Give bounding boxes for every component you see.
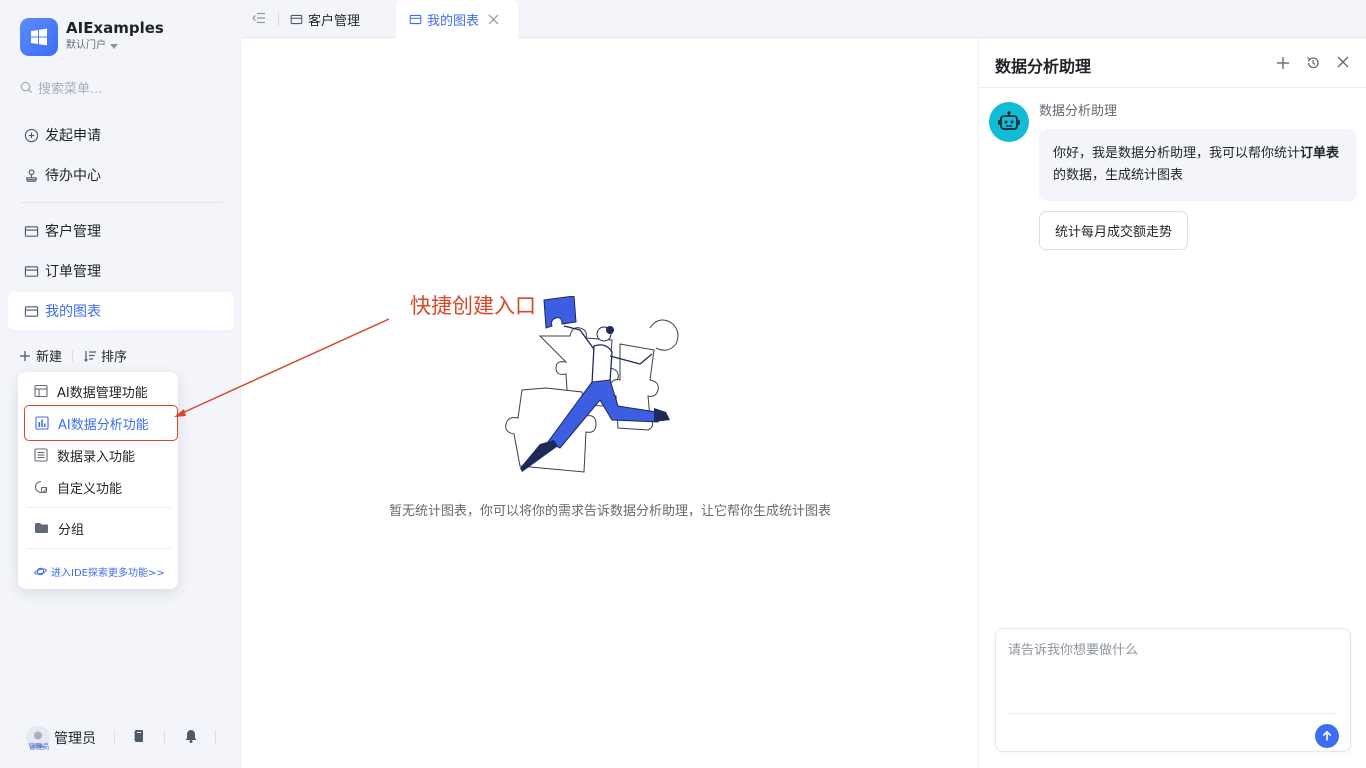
tab-label: 客户管理 <box>308 13 361 29</box>
sidebar-item-label: 发起申请 <box>45 128 101 144</box>
bell-icon[interactable] <box>184 728 198 748</box>
plus-icon <box>20 350 30 361</box>
send-button[interactable] <box>1315 724 1339 748</box>
table-icon <box>24 225 39 237</box>
footer-divider <box>114 730 115 744</box>
menu-item-ai-data-management[interactable]: AI数据管理功能 <box>18 377 178 405</box>
tab-divider <box>278 12 279 26</box>
sort-button[interactable]: 排序 <box>83 346 127 365</box>
menu-item-group[interactable]: 分组 <box>18 514 178 542</box>
custom-page-icon <box>34 480 48 494</box>
bar-chart-icon <box>35 416 49 430</box>
app-name: AIExamples <box>66 19 164 37</box>
bot-name: 数据分析助理 <box>1039 104 1118 119</box>
menu-item-label: 分组 <box>58 522 85 538</box>
sidebar-toolbar: 新建 排序 <box>18 346 127 365</box>
table-icon <box>24 265 39 277</box>
close-icon[interactable] <box>488 14 499 25</box>
footer-divider <box>215 730 216 744</box>
sidebar: AIExamples 默认门户 搜索菜单... 发起申请 待办中心 客户管理 订… <box>0 0 242 768</box>
dropdown-divider <box>26 507 172 508</box>
new-dropdown-menu: AI数据管理功能 AI数据分析功能 数据录入功能 自定义功能 分组 进入IDE探… <box>18 372 178 589</box>
table-icon <box>24 305 39 317</box>
menu-item-label: AI数据管理功能 <box>57 385 148 401</box>
message-text: 你好，我是数据分析助理，我可以帮你统计 <box>1053 146 1301 161</box>
portal-selector[interactable]: 默认门户 <box>66 38 164 54</box>
empty-state-text: 暂无统计图表，你可以将你的需求告诉数据分析助理，让它帮你生成统计图表 <box>388 504 831 519</box>
chat-input-box <box>995 628 1351 752</box>
panel-divider <box>979 87 1366 88</box>
bot-message: 你好，我是数据分析助理，我可以帮你统计订单表的数据，生成统计图表 <box>1039 129 1357 201</box>
sidebar-item-my-charts[interactable]: 我的图表 <box>8 292 234 330</box>
search-placeholder: 搜索菜单... <box>38 82 103 97</box>
sidebar-item-customers[interactable]: 客户管理 <box>8 212 234 250</box>
sidebar-footer: 管理员 管理员 <box>0 718 242 768</box>
portal-label: 默认门户 <box>66 40 106 51</box>
list-form-icon <box>34 448 48 462</box>
folder-icon <box>35 523 48 533</box>
table-icon <box>409 14 422 24</box>
menu-item-label: 自定义功能 <box>57 481 123 497</box>
menu-item-label: 数据录入功能 <box>57 449 136 465</box>
close-icon[interactable] <box>1337 56 1349 72</box>
message-highlight: 订单表 <box>1300 146 1340 161</box>
planet-icon <box>34 567 47 576</box>
robot-avatar-icon <box>989 102 1029 142</box>
brand[interactable]: AIExamples 默认门户 <box>20 18 164 56</box>
message-text: 的数据，生成统计图表 <box>1053 168 1184 183</box>
avatar-caption: 管理员 <box>28 743 50 751</box>
menu-item-custom[interactable]: 自定义功能 <box>18 473 178 501</box>
tab-label: 我的图表 <box>427 13 480 29</box>
suggestion-chip[interactable]: 统计每月成交额走势 <box>1039 211 1189 250</box>
input-divider <box>1008 713 1338 714</box>
windows-logo-icon <box>20 18 58 56</box>
arrow-up-icon <box>1322 730 1332 741</box>
sidebar-item-orders[interactable]: 订单管理 <box>8 252 234 290</box>
tab-my-charts[interactable]: 我的图表 <box>396 0 519 38</box>
plus-circle-icon <box>24 128 39 142</box>
table-icon <box>290 14 303 24</box>
sidebar-item-label: 我的图表 <box>45 304 101 320</box>
footer-divider <box>164 730 165 744</box>
sidebar-item-label: 客户管理 <box>45 224 101 240</box>
stamp-icon <box>26 168 37 182</box>
new-button[interactable]: 新建 <box>18 346 62 365</box>
caret-down-icon <box>110 43 118 49</box>
search-icon <box>20 81 33 94</box>
menu-item-ai-data-analysis[interactable]: AI数据分析功能 <box>24 405 178 441</box>
collapse-sidebar-icon[interactable] <box>252 11 266 29</box>
sidebar-item-todo[interactable]: 待办中心 <box>8 156 234 194</box>
user-name[interactable]: 管理员 <box>54 728 96 748</box>
menu-search[interactable]: 搜索菜单... <box>20 78 102 97</box>
empty-state-illustration <box>505 296 679 473</box>
dropdown-divider <box>26 548 172 549</box>
sidebar-item-apply[interactable]: 发起申请 <box>8 116 234 154</box>
sidebar-item-label: 待办中心 <box>45 168 101 184</box>
assistant-panel: 数据分析助理 数据分析助理 你好，我是数据分析助理，我可以帮你统计订单表的数据，… <box>978 38 1366 768</box>
ide-explore-link[interactable]: 进入IDE探索更多功能>> <box>34 564 165 579</box>
main-content: 快捷创建入口 暂无统计图表，你可以将你的需求告诉数据分析助理，让它帮你生成统计图… <box>242 38 978 768</box>
sort-icon <box>84 350 97 362</box>
grid-table-icon <box>34 384 48 398</box>
chat-input[interactable] <box>1008 639 1338 699</box>
toolbar-divider <box>72 349 74 362</box>
history-icon[interactable] <box>1306 56 1320 74</box>
new-chat-icon[interactable] <box>1276 56 1290 74</box>
tab-bar: 客户管理 我的图表 <box>242 0 1366 38</box>
menu-item-data-entry[interactable]: 数据录入功能 <box>18 441 178 469</box>
ide-link-label: 进入IDE探索更多功能>> <box>51 568 165 579</box>
notebook-icon[interactable] <box>132 728 146 748</box>
menu-item-label: AI数据分析功能 <box>58 417 149 433</box>
sidebar-item-label: 订单管理 <box>45 264 101 280</box>
tab-customers[interactable]: 客户管理 <box>290 0 360 38</box>
sidebar-divider <box>20 202 222 203</box>
sort-label: 排序 <box>101 350 128 365</box>
panel-title: 数据分析助理 <box>995 57 1092 76</box>
new-label: 新建 <box>36 350 63 365</box>
